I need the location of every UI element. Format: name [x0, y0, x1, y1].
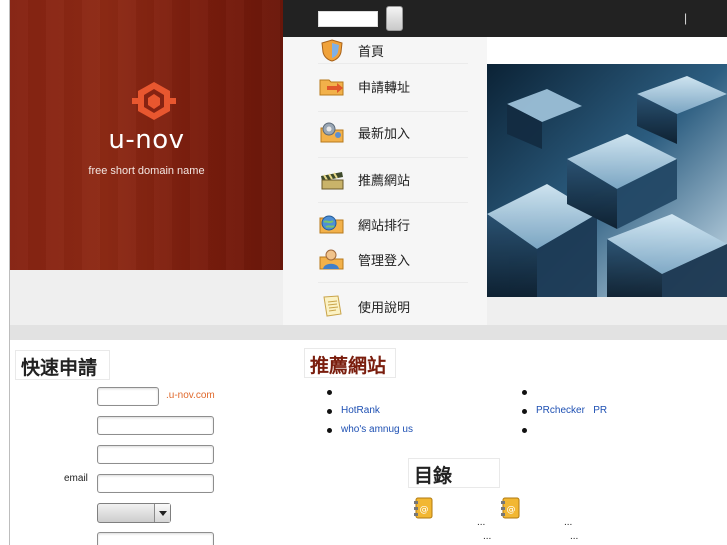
menu-item-label: 推薦網站: [358, 173, 411, 189]
url-input[interactable]: [97, 416, 214, 435]
directory-text[interactable]: ...: [477, 517, 485, 528]
banner-footer-band: [487, 297, 727, 325]
chevron-down-icon[interactable]: [154, 504, 170, 522]
svg-text:@: @: [420, 505, 429, 515]
directory-text[interactable]: ...: [570, 531, 578, 542]
shield-icon: [321, 39, 343, 62]
gear-icon: [320, 122, 344, 143]
address-book-icon[interactable]: @: [413, 496, 435, 520]
recommended-link-prchecker[interactable]: PRchecker PR: [536, 405, 607, 416]
menu-divider: [318, 111, 468, 112]
banner-image: [487, 64, 727, 297]
menu-item-home[interactable]: 首頁: [318, 37, 483, 63]
directory-text[interactable]: ...: [564, 517, 572, 528]
menu-item-label: 申請轉址: [358, 80, 411, 96]
clapperboard-icon: [321, 172, 344, 190]
menu-item-apply[interactable]: 申請轉址: [318, 73, 483, 99]
folder-arrow-icon: [319, 79, 344, 96]
list-bullet: [522, 409, 527, 414]
document-icon: [323, 295, 342, 317]
directory-heading: 目錄: [409, 459, 499, 487]
email-label: email: [64, 473, 88, 484]
top-separator: |: [684, 11, 688, 25]
search-input[interactable]: [318, 11, 378, 27]
main-menu: 首頁 申請轉址 最新加入 推薦網站 網站排行 管理登入 使用說明: [283, 37, 487, 325]
subdomain-input[interactable]: [97, 387, 159, 406]
address-book-icon[interactable]: @: [500, 496, 522, 520]
menu-divider: [318, 63, 468, 64]
list-bullet: [327, 390, 332, 395]
directory-text[interactable]: ...: [483, 531, 491, 542]
user-icon: [319, 249, 344, 270]
menu-item-label: 最新加入: [358, 126, 411, 142]
menu-divider: [318, 202, 468, 203]
category-select[interactable]: [97, 503, 171, 523]
menu-item-help[interactable]: 使用說明: [318, 293, 483, 319]
brand-name: u-nov: [108, 125, 185, 155]
recommended-link-whos-amnug-us[interactable]: who's amnug us: [341, 424, 413, 435]
menu-item-label: 首頁: [358, 44, 385, 60]
menu-item-label: 使用說明: [358, 300, 411, 316]
menu-item-latest[interactable]: 最新加入: [318, 119, 483, 145]
menu-item-label: 網站排行: [358, 218, 411, 234]
menu-item-label: 管理登入: [358, 253, 411, 269]
email-field[interactable]: [97, 474, 214, 493]
brand-logo-icon[interactable]: [130, 80, 178, 124]
menu-item-ranking[interactable]: 網站排行: [318, 211, 483, 237]
recommended-link-hotrank[interactable]: HotRank: [341, 405, 380, 416]
top-bar: |: [283, 0, 727, 37]
title-input[interactable]: [97, 445, 214, 464]
logo-panel: u-nov free short domain name: [10, 0, 283, 270]
menu-item-recommended[interactable]: 推薦網站: [318, 166, 483, 192]
logo-footer-band: [10, 270, 283, 325]
menu-divider: [318, 157, 468, 158]
svg-text:@: @: [507, 505, 516, 515]
list-bullet: [327, 409, 332, 414]
domain-suffix: .u-nov.com: [166, 390, 215, 401]
list-bullet: [327, 428, 332, 433]
list-bullet: [522, 390, 527, 395]
recommended-heading: 推薦網站: [305, 349, 395, 377]
list-bullet: [522, 428, 527, 433]
folder-globe-icon: [319, 215, 344, 234]
brand-tagline: free short domain name: [88, 165, 205, 177]
menu-divider: [318, 282, 468, 283]
quick-apply-heading: 快速申請: [16, 351, 109, 379]
extra-input[interactable]: [97, 532, 214, 545]
search-button[interactable]: [386, 6, 403, 31]
section-divider: [10, 325, 727, 340]
cubes-graphic: [487, 64, 727, 297]
menu-item-admin-login[interactable]: 管理登入: [318, 246, 483, 272]
